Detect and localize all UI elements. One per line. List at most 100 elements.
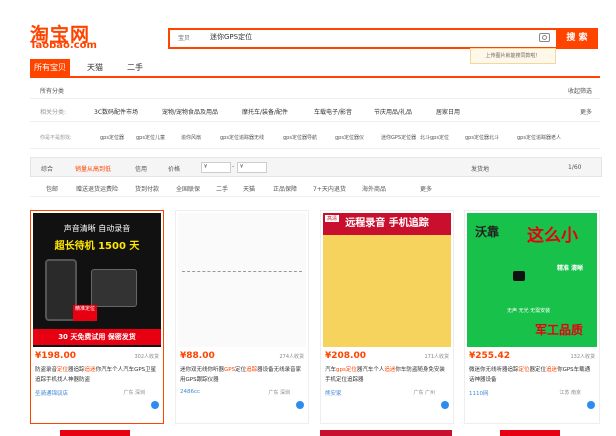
filter-option[interactable]: 包邮 xyxy=(46,184,58,193)
image-tag: 高清 xyxy=(325,215,340,222)
suggestion-link[interactable]: gps定位儿童 xyxy=(136,134,165,141)
shop-name[interactable]: 2486cc xyxy=(180,389,200,395)
product-title[interactable]: 微迷你无线听器追踪定位器定位追迷你GPS车载通话神器设备 xyxy=(469,365,593,385)
sort-price[interactable]: 价格 xyxy=(168,164,180,173)
category-link[interactable]: 居家日用 xyxy=(436,107,460,116)
product-title[interactable]: 汽车gps定位器汽车个人追迷你车防盗随身免安装手机定位追踪器 xyxy=(325,365,449,385)
suggestion-row: 你是不是想找: gps定位器 gps定位儿童 追你风扇 gps定位追踪器无线 g… xyxy=(30,126,600,149)
suggestion-link[interactable]: gps定位器仪 xyxy=(335,134,364,141)
category-link[interactable]: 宠物/宠物食品及用品 xyxy=(162,107,218,116)
suggestion-link[interactable]: gps定位追踪器无线 xyxy=(220,134,264,141)
suggestion-link[interactable]: gps定位追踪器老人 xyxy=(517,134,561,141)
taobao-logo-en: Taobao.com xyxy=(30,40,97,51)
shop-name[interactable]: 圣骑通锦驭店 xyxy=(35,389,68,397)
image-placeholder-line xyxy=(182,271,302,276)
product-image[interactable]: 声音清晰 自动录音 超长待机 1500 天 精准定位 30 天免费试用 保密发货 xyxy=(33,213,161,347)
shop-name[interactable]: 1110网 xyxy=(469,389,489,397)
filter-option[interactable]: 二手 xyxy=(216,184,228,193)
search-box[interactable]: 宝贝 迷你GPS定位 xyxy=(168,28,556,49)
price-max-input[interactable]: ¥ xyxy=(237,162,267,173)
search-input[interactable]: 迷你GPS定位 xyxy=(210,32,252,42)
all-categories-row: 所有分类 收起筛选 xyxy=(30,82,600,99)
product-card[interactable]: 远程录音 手机追踪 高清 ¥208.00 171人收货 汽车gps定位器汽车个人… xyxy=(320,210,454,424)
shop-name[interactable]: 熊安家 xyxy=(325,389,342,397)
wangwang-chat-icon[interactable] xyxy=(151,401,159,409)
wangwang-chat-icon[interactable] xyxy=(296,401,304,409)
category-link[interactable]: 车载电子/影音 xyxy=(314,107,352,116)
filter-more[interactable]: 更多 xyxy=(420,184,432,193)
product-card[interactable]: ¥88.00 274人收货 迷你双无线你听器GPS定位追踪器设备无线录音家用GP… xyxy=(175,210,309,424)
shop-location: 广东 广州 xyxy=(413,390,435,396)
filter-option[interactable]: 全国联保 xyxy=(176,184,200,193)
image-badge: 精准定位 xyxy=(73,305,97,321)
sort-credit[interactable]: 信用 xyxy=(135,164,147,173)
image-headline: 远程录音 手机追踪 xyxy=(323,213,451,235)
suggestion-link[interactable]: gps定位器北斗 xyxy=(465,134,499,141)
filter-option[interactable]: 海外商品 xyxy=(362,184,386,193)
filter-option[interactable]: 赠送退货运费险 xyxy=(76,184,118,193)
shop-location: 广东 深圳 xyxy=(123,390,145,396)
related-category-label: 相关分类: xyxy=(40,109,67,116)
price-min-input[interactable]: ¥ xyxy=(201,162,231,173)
product-sales: 302人收货 xyxy=(134,354,159,360)
suggestion-link[interactable]: gps定位器导航 xyxy=(283,134,317,141)
ship-from-dropdown[interactable]: 发货地 xyxy=(471,164,489,173)
filter-option[interactable]: 货到付款 xyxy=(135,184,159,193)
next-row-product-peek xyxy=(320,430,452,436)
image-headline: 沃靠 xyxy=(475,225,500,239)
image-headline: 这么小 xyxy=(527,226,578,246)
category-link[interactable]: 节庆用品/礼品 xyxy=(374,107,412,116)
all-categories-label: 所有分类 xyxy=(40,88,65,95)
device-graphic xyxy=(91,269,137,307)
suggestion-link[interactable]: 迷你GPS定位器 xyxy=(381,134,416,141)
product-sales: 171人收货 xyxy=(424,354,449,360)
product-card[interactable]: 沃靠 这么小 精准 清晰 无声 无光 无需安装 军工品质 ¥255.42 132… xyxy=(464,210,600,424)
suggestion-link[interactable]: 追你风扇 xyxy=(181,134,201,141)
search-button[interactable]: 搜 索 xyxy=(556,28,598,49)
product-sales: 274人收货 xyxy=(279,354,304,360)
product-price: ¥255.42 xyxy=(469,351,510,361)
related-category-row: 相关分类: 3C数码配件市场 宠物/宠物食品及用品 摩托车/装备/配件 车载电子… xyxy=(30,101,600,122)
device-graphic xyxy=(513,271,525,281)
image-subline: 无声 无光 无需安装 xyxy=(507,308,551,314)
filter-option[interactable]: 天猫 xyxy=(243,184,255,193)
suggestion-link[interactable]: gps定位器 xyxy=(100,134,124,141)
product-card[interactable]: 声音清晰 自动录音 超长待机 1500 天 精准定位 30 天免费试用 保密发货… xyxy=(30,210,164,424)
tab-tmall[interactable]: 天猫 xyxy=(80,59,110,76)
wangwang-chat-icon[interactable] xyxy=(441,401,449,409)
shop-location: 江苏 南京 xyxy=(559,390,581,396)
camera-icon[interactable] xyxy=(539,33,550,42)
filter-option[interactable]: 7+天内退货 xyxy=(313,184,346,193)
sort-sales[interactable]: 销量从高到低 xyxy=(75,164,111,173)
suggestion-link[interactable]: 北斗gps定位 xyxy=(420,134,449,141)
product-image[interactable]: 沃靠 这么小 精准 清晰 无声 无光 无需安装 军工品质 xyxy=(467,213,597,347)
category-more-button[interactable]: 更多 xyxy=(580,107,592,116)
product-title[interactable]: 防盗录音定位器追踪追迷你汽车个人汽车GPS卫星追踪手机找人神器防盗 xyxy=(35,365,159,385)
search-type-dropdown[interactable]: 宝贝 xyxy=(178,33,190,42)
next-row-product-peek xyxy=(60,430,130,436)
sort-bar: 综合 销量从高到低 信用 价格 ¥ - ¥ 发货地 1/60 xyxy=(30,157,602,177)
wangwang-chat-icon[interactable] xyxy=(587,401,595,409)
tab-second-hand[interactable]: 二手 xyxy=(122,59,148,76)
product-price: ¥208.00 xyxy=(325,351,366,361)
suggestion-label: 你是不是想找: xyxy=(40,135,72,141)
product-title[interactable]: 迷你双无线你听器GPS定位追踪器设备无线录音家用GPS跟踪仪器 xyxy=(180,365,304,385)
next-row-product-peek xyxy=(500,430,560,436)
category-link[interactable]: 3C数码配件市场 xyxy=(94,107,138,116)
price-range-dash: - xyxy=(232,163,235,170)
product-image[interactable] xyxy=(178,213,306,347)
category-link[interactable]: 摩托车/装备/配件 xyxy=(242,107,288,116)
image-headline: 超长待机 1500 天 xyxy=(54,241,140,252)
collapse-filter-button[interactable]: 收起筛选 xyxy=(568,86,592,95)
search-tabs: 所有宝贝 天猫 二手 xyxy=(30,59,600,78)
filter-option[interactable]: 正品保障 xyxy=(273,184,297,193)
filter-checkbox-row: 包邮 赠送退货运费险 货到付款 全国联保 二手 天猫 正品保障 7+天内退货 海… xyxy=(30,180,600,197)
product-image[interactable]: 远程录音 手机追踪 高清 xyxy=(323,213,451,347)
image-banner: 30 天免费试用 保密发货 xyxy=(33,329,161,345)
sort-default[interactable]: 综合 xyxy=(41,164,53,173)
image-subline: 精准 清晰 xyxy=(557,265,584,272)
image-subline: 军工品质 xyxy=(535,323,584,337)
image-headline: 声音清晰 自动录音 xyxy=(63,224,131,233)
tab-all-items[interactable]: 所有宝贝 xyxy=(30,59,70,76)
page-indicator: 1/60 xyxy=(568,164,582,171)
